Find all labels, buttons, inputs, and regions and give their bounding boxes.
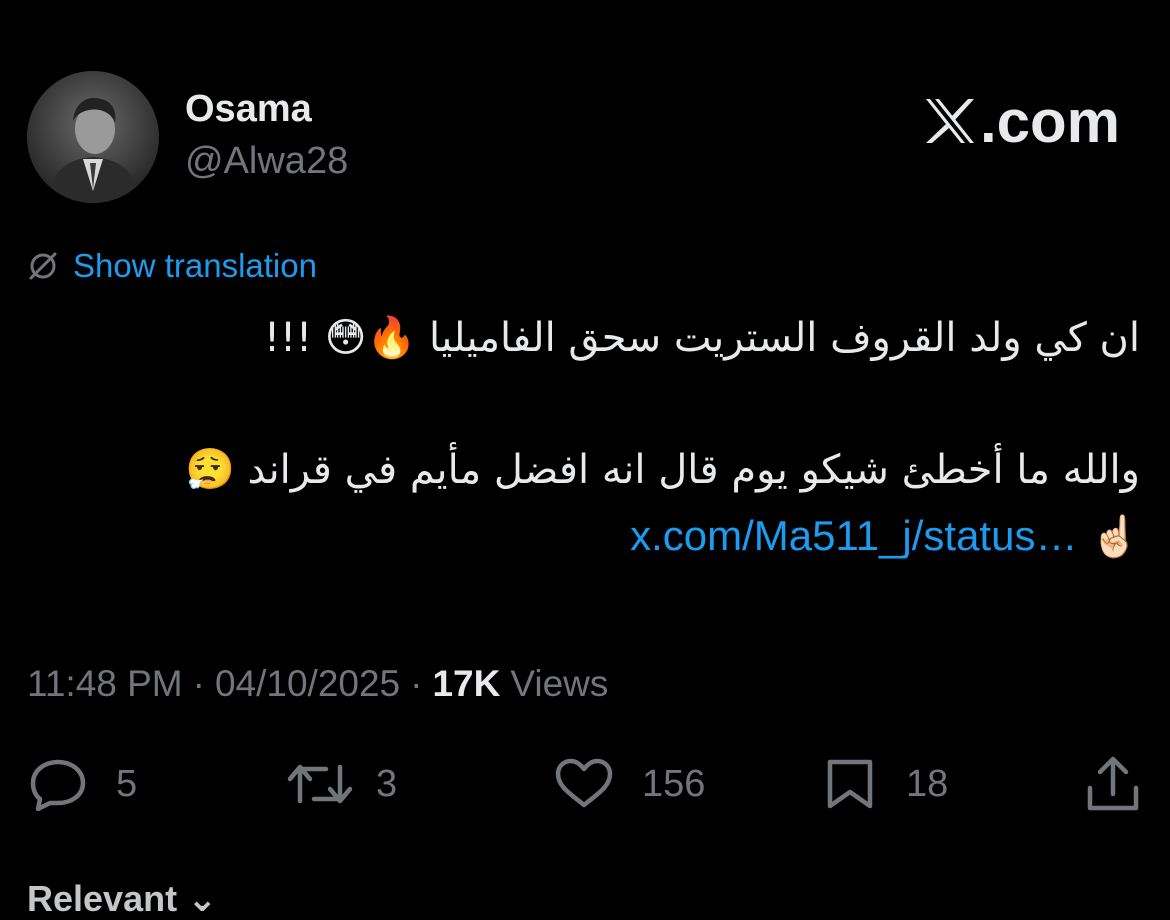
- repost-icon: [287, 764, 353, 804]
- avatar-photo: [27, 71, 159, 203]
- author-handle[interactable]: @Alwa28: [185, 140, 348, 183]
- share-button[interactable]: [1084, 752, 1142, 816]
- tweet-time: 11:48 PM: [27, 663, 183, 704]
- tweet-link[interactable]: x.com/Ma511_j/status…: [630, 512, 1077, 559]
- globe-slash-icon: [29, 252, 57, 280]
- repost-count: 3: [376, 762, 398, 805]
- brand-mark: .com: [924, 86, 1120, 156]
- x-logo-icon: [925, 99, 974, 143]
- reply-button[interactable]: 5: [28, 752, 137, 816]
- bookmark-count: 18: [906, 762, 949, 805]
- relevant-sort-label[interactable]: Relevant ⌄: [27, 878, 217, 920]
- tweet-line-1: ان كي ولد القروف الستريت سحق الفاميليا 🔥…: [263, 315, 1140, 361]
- meta-separator: ·: [192, 663, 205, 704]
- meta-separator: ·: [410, 663, 423, 704]
- views-count: 17K: [432, 663, 501, 704]
- brand-domain: .com: [979, 87, 1120, 155]
- reply-icon: [30, 759, 86, 811]
- repost-button[interactable]: 3: [286, 752, 397, 816]
- like-icon: [555, 758, 613, 808]
- bookmark-icon: [827, 759, 873, 809]
- tweet-meta: 11:48 PM · 04/10/2025 · 17K Views: [27, 660, 608, 708]
- reply-count: 5: [116, 762, 138, 805]
- like-count: 156: [642, 762, 706, 805]
- show-translation-label: Show translation: [73, 247, 317, 284]
- bookmark-button[interactable]: 18: [822, 752, 948, 816]
- action-bar: 5 3 156 18: [0, 752, 1170, 816]
- tweet-line-3: ☝🏻 x.com/Ma511_j/status…: [30, 503, 1140, 569]
- avatar[interactable]: [27, 71, 159, 203]
- tweet-date: 04/10/2025: [214, 663, 401, 704]
- like-button[interactable]: 156: [552, 752, 705, 816]
- tweet-text: ان كي ولد القروف الستريت سحق الفاميليا 🔥…: [30, 305, 1140, 569]
- tweet-line-2: والله ما أخطئ شيكو يوم قال انه افضل مأيم…: [184, 447, 1140, 493]
- views-label: Views: [510, 663, 609, 704]
- author-display-name[interactable]: Osama: [185, 88, 312, 131]
- share-icon: [1087, 756, 1139, 811]
- pointing-up-emoji: ☝🏻: [1090, 514, 1140, 560]
- show-translation-button[interactable]: Show translation: [27, 246, 317, 286]
